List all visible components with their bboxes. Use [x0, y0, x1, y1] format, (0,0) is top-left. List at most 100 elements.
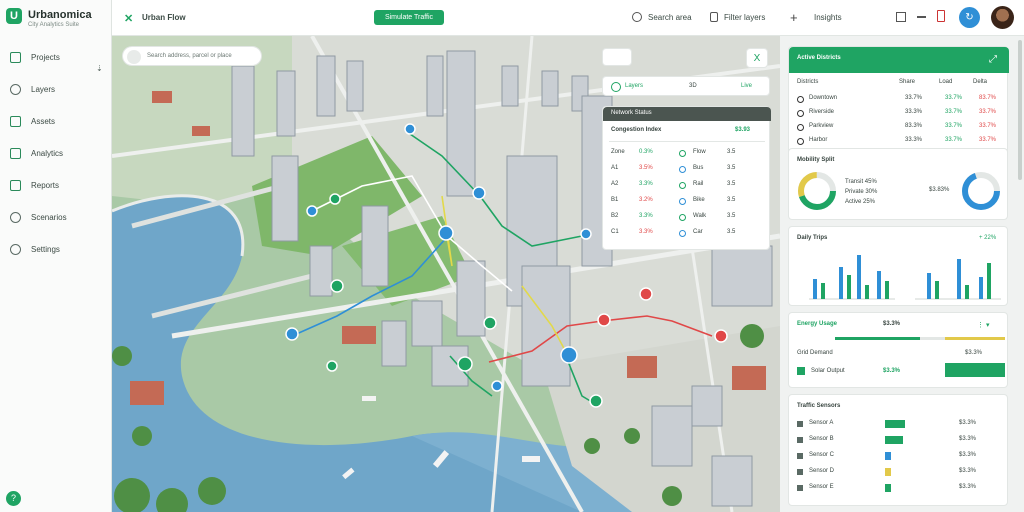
sensor-value: $3.3%	[959, 436, 977, 442]
mini-cell: B2	[611, 213, 619, 219]
share-donut	[962, 172, 1000, 210]
row-radio-icon[interactable]	[797, 124, 804, 131]
trips-title: Daily Trips	[797, 235, 828, 241]
table-cell: 33.7%	[945, 123, 963, 129]
mini-cell: B1	[611, 197, 619, 203]
mobility-card: Mobility Split Transit 45% Private 30% Act…	[788, 148, 1008, 220]
mini-cell: 3.2%	[639, 197, 653, 203]
table-cell: Downtown	[809, 95, 838, 101]
status-dot-icon	[679, 150, 686, 157]
table-cell: 33.7%	[979, 109, 997, 115]
row-radio-icon[interactable]	[797, 110, 804, 117]
insights-label: Insights	[814, 13, 842, 22]
add-icon[interactable]: +	[790, 10, 798, 25]
search-label[interactable]: Search area	[648, 13, 692, 22]
sidebar-item-0[interactable]: Projects	[6, 46, 106, 68]
sidebar-item-label: Layers	[31, 84, 56, 94]
sensor-label: Sensor A	[809, 420, 834, 426]
legend-item: Active 25%	[845, 199, 876, 205]
table-row[interactable]: Downtown 33.7% 33.7% 83.7%	[789, 95, 1009, 107]
tab-live[interactable]: Live	[741, 83, 752, 89]
energy-row-2-label: Solar Output	[811, 368, 845, 374]
status-dot-icon	[679, 198, 686, 205]
mini-cell: A2	[611, 181, 619, 187]
trips-card: Daily Trips + 22%	[788, 226, 1008, 306]
sidebar-item-2[interactable]: Assets	[6, 110, 106, 132]
mini-cell: 3.3%	[639, 181, 653, 187]
mini-cell: 3.5	[727, 229, 736, 235]
table-cell: 83.3%	[905, 123, 923, 129]
mini-cell: Flow	[693, 149, 706, 155]
status-dot-icon	[679, 166, 686, 173]
sidebar: U Urbanomica City Analytics Suite ⇣ Proj…	[0, 0, 112, 512]
bell-icon[interactable]	[710, 12, 718, 22]
expand-icon[interactable]: ⤢	[989, 54, 997, 65]
avatar[interactable]	[991, 6, 1014, 29]
row-radio-icon[interactable]	[797, 96, 804, 103]
table-row[interactable]: Sensor B $3.3%	[789, 435, 1009, 447]
mini-cell: 3.5	[727, 197, 736, 203]
table-row[interactable]: Sensor A $3.3%	[789, 419, 1009, 431]
close-map-button[interactable]: X	[746, 48, 768, 68]
more-icon[interactable]: ⋮ ▾	[977, 321, 989, 329]
map-search-input[interactable]: Search address, parcel or place	[147, 53, 232, 59]
city-map[interactable]: Search address, parcel or place X Layers…	[112, 36, 780, 512]
sensor-bar	[885, 420, 905, 428]
column-header: Load	[939, 79, 953, 85]
tab-3d[interactable]: 3D	[689, 83, 697, 89]
flag-icon[interactable]	[937, 10, 945, 22]
table-row[interactable]: Sensor D $3.3%	[789, 467, 1009, 479]
filter-label[interactable]: Filter layers	[724, 13, 765, 22]
page-title: Urban Flow	[142, 13, 186, 22]
share-icon	[10, 179, 21, 191]
sidebar-item-1[interactable]: Layers	[6, 78, 106, 100]
table-row[interactable]: Sensor E $3.3%	[789, 483, 1009, 495]
locate-icon[interactable]	[127, 50, 141, 64]
table-cell: 83.7%	[979, 95, 997, 101]
sensor-label: Sensor D	[809, 468, 835, 474]
progress-fill-green	[835, 337, 920, 340]
map-search[interactable]: Search address, parcel or place	[122, 46, 262, 66]
sensor-bar	[885, 468, 891, 476]
table-row[interactable]: Riverside 33.3% 33.7% 33.7%	[789, 109, 1009, 121]
mini-cell: C1	[611, 229, 619, 235]
sensors-card: Traffic Sensors Sensor A $3.3% Sensor B $3.…	[788, 394, 1008, 506]
sensor-bar	[885, 484, 891, 492]
row-icon	[797, 469, 803, 475]
row-radio-icon[interactable]	[797, 138, 804, 145]
map-view-toggle[interactable]	[602, 48, 632, 66]
table-cell: 33.7%	[905, 95, 923, 101]
energy-value: $3.3%	[883, 321, 901, 327]
simulate-button[interactable]: Simulate Traffic	[374, 10, 444, 25]
table-cell: 33.7%	[979, 137, 997, 143]
status-dot-icon	[679, 230, 686, 237]
sidebar-item-label: Scenarios	[31, 212, 67, 222]
window-icon[interactable]	[896, 12, 906, 22]
energy-row-2-value: $3.3%	[883, 368, 901, 374]
sensor-bar	[885, 452, 891, 460]
circle-icon	[10, 243, 21, 255]
table-cell: Harbor	[809, 137, 828, 143]
mini-cell: A1	[611, 165, 619, 171]
tab-layers[interactable]: Layers	[625, 83, 643, 89]
tools-icon[interactable]: ✕	[124, 12, 133, 25]
sensor-value: $3.3%	[959, 420, 977, 426]
sidebar-item-3[interactable]: Analytics	[6, 142, 106, 164]
sidebar-item-4[interactable]: Reports	[6, 174, 106, 196]
mobility-title: Mobility Split	[797, 157, 835, 163]
table-row[interactable]: Sensor C $3.3%	[789, 451, 1009, 463]
trips-delta: + 22%	[979, 235, 997, 241]
search-icon[interactable]	[632, 12, 642, 22]
sync-icon[interactable]: ↻	[959, 7, 980, 28]
minimize-icon[interactable]	[917, 16, 926, 18]
sidebar-item-5[interactable]: Scenarios	[6, 206, 106, 228]
mini-cell: 3.3%	[639, 213, 653, 219]
scrollbar[interactable]	[1018, 40, 1022, 180]
sidebar-item-6[interactable]: Settings	[6, 238, 106, 260]
table-cell: 33.3%	[905, 109, 923, 115]
layers-icon[interactable]	[611, 82, 621, 92]
table-row[interactable]: Parkview 83.3% 33.7% 33.7%	[789, 123, 1009, 135]
mini-cell: 3.5	[727, 181, 736, 187]
help-button[interactable]: ?	[6, 491, 21, 506]
status-dot-icon	[679, 214, 686, 221]
